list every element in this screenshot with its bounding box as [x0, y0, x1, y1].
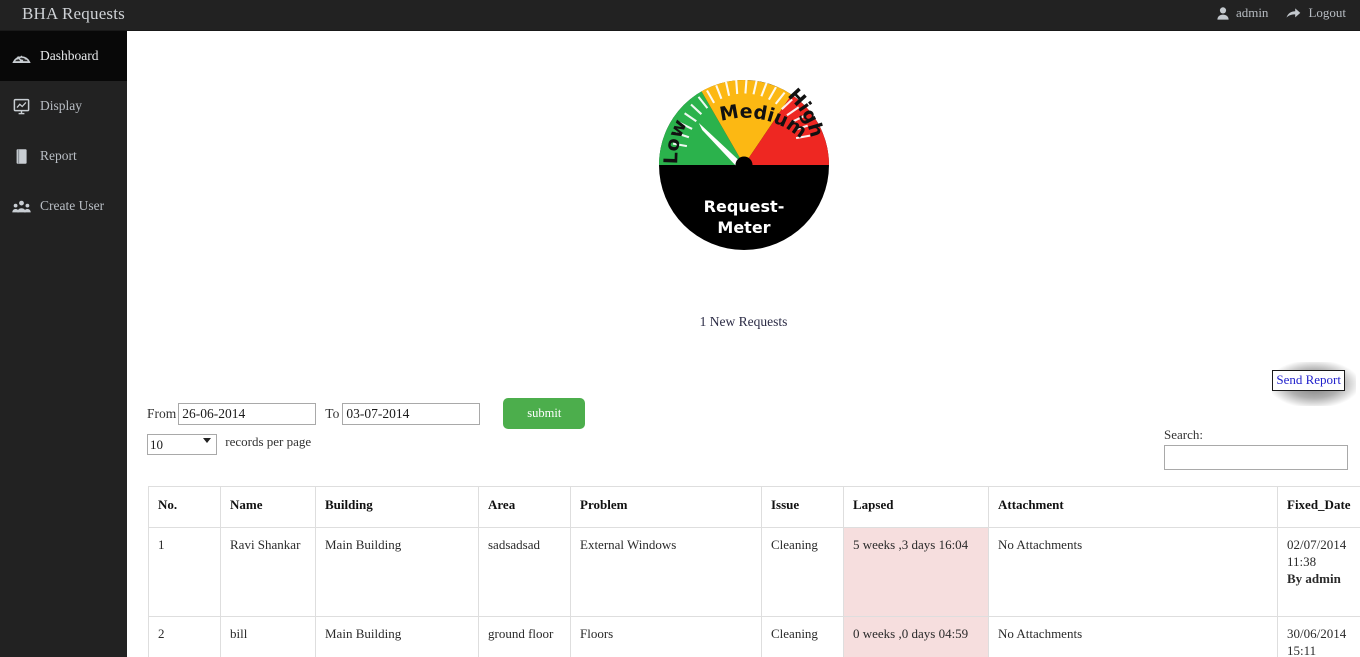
cell-no: 2	[148, 616, 221, 657]
cell-issue: Cleaning	[761, 616, 844, 657]
requests-table: No. Name Building Area Problem Issue Lap…	[148, 486, 1360, 657]
search-input[interactable]	[1164, 445, 1348, 470]
cell-problem: Floors	[570, 616, 762, 657]
column-header-name[interactable]: Name	[220, 486, 316, 528]
send-report-button[interactable]: Send Report	[1272, 370, 1345, 391]
requests-table-wrapper: No. Name Building Area Problem Issue Lap…	[148, 486, 1360, 657]
table-row[interactable]: 2 bill Main Building ground floor Floors…	[148, 616, 1360, 657]
cell-issue: Cleaning	[761, 527, 844, 617]
cell-no: 1	[148, 527, 221, 617]
sidebar: Dashboard Display Report Create User	[0, 31, 127, 657]
column-header-area[interactable]: Area	[478, 486, 571, 528]
cell-fixed-date: 02/07/2014 11:38 By admin	[1277, 527, 1360, 617]
submit-button[interactable]: submit	[503, 398, 586, 429]
speedometer-icon	[12, 47, 31, 66]
presentation-chart-icon	[12, 97, 31, 116]
column-header-fixed-date[interactable]: Fixed_Date	[1277, 486, 1360, 528]
table-header: No. Name Building Area Problem Issue Lap…	[148, 486, 1360, 528]
records-per-page-row: 10 records per page	[147, 429, 337, 456]
sidebar-item-label: Create User	[40, 198, 105, 213]
sidebar-item-dashboard[interactable]: Dashboard	[0, 31, 127, 81]
logout-label: Logout	[1308, 5, 1346, 20]
column-header-attachment[interactable]: Attachment	[988, 486, 1278, 528]
date-filter-row: From To submit	[147, 398, 586, 429]
sidebar-item-label: Report	[40, 148, 77, 163]
sidebar-item-label: Display	[40, 98, 82, 113]
logout-button[interactable]: Logout	[1286, 5, 1346, 21]
search-area: Search:	[1164, 427, 1349, 470]
fixed-time-value: 11:38	[1287, 554, 1317, 569]
cell-building: Main Building	[315, 616, 479, 657]
sidebar-item-create-user[interactable]: Create User	[0, 181, 127, 231]
request-meter-widget: Medium Low High Request- Meter 1 New Req…	[127, 49, 1360, 330]
column-header-lapsed[interactable]: Lapsed	[843, 486, 989, 528]
topbar-actions: admin Logout	[1217, 5, 1346, 21]
new-requests-caption: 1 New Requests	[699, 314, 788, 329]
cell-attachment: No Attachments	[988, 527, 1278, 617]
records-per-page-select[interactable]: 10	[147, 434, 217, 456]
table-header-row: No. Name Building Area Problem Issue Lap…	[148, 486, 1360, 528]
table-body: 1 Ravi Shankar Main Building sadsadsad E…	[148, 527, 1360, 657]
cell-fixed-date: 30/06/2014 15:11	[1277, 616, 1360, 657]
cell-name: Ravi Shankar	[220, 527, 316, 617]
sign-out-arrow-icon	[1286, 7, 1301, 20]
fixed-date-value: 02/07/2014	[1287, 537, 1347, 552]
fixed-date-value: 30/06/2014	[1287, 626, 1347, 641]
column-header-problem[interactable]: Problem	[570, 486, 762, 528]
column-header-building[interactable]: Building	[315, 486, 479, 528]
gauge-title-line2: Meter	[717, 218, 770, 237]
cell-area: sadsadsad	[478, 527, 571, 617]
cell-lapsed: 5 weeks ,3 days 16:04	[843, 527, 989, 617]
cell-problem: External Windows	[570, 527, 762, 617]
column-header-no[interactable]: No.	[148, 486, 221, 528]
users-group-icon	[12, 197, 31, 216]
from-date-input[interactable]	[178, 402, 317, 425]
cell-attachment: No Attachments	[988, 616, 1278, 657]
top-bar: BHA Requests admin Logout	[0, 0, 1360, 31]
from-label: From	[147, 405, 177, 421]
main-content: Medium Low High Request- Meter 1 New Req…	[127, 31, 1360, 657]
sidebar-item-label: Dashboard	[40, 48, 99, 63]
book-icon	[12, 147, 31, 166]
fixed-time-value: 15:11	[1287, 643, 1317, 657]
to-date-input[interactable]	[342, 402, 481, 425]
gauge-title-line1: Request-	[703, 197, 784, 216]
to-label: To	[325, 405, 340, 421]
search-label: Search:	[1164, 427, 1203, 442]
records-per-page-select-wrap: 10	[147, 431, 217, 456]
user-name-label: admin	[1235, 5, 1269, 20]
fixed-by-value: By admin	[1287, 571, 1341, 586]
cell-lapsed: 0 weeks ,0 days 04:59	[843, 616, 989, 657]
app-title: BHA Requests	[22, 4, 125, 23]
user-icon	[1217, 6, 1229, 20]
table-row[interactable]: 1 Ravi Shankar Main Building sadsadsad E…	[148, 527, 1360, 617]
sidebar-item-report[interactable]: Report	[0, 131, 127, 181]
cell-name: bill	[220, 616, 316, 657]
user-menu[interactable]: admin	[1217, 5, 1269, 21]
records-per-page-label: records per page	[225, 434, 312, 449]
sidebar-item-display[interactable]: Display	[0, 81, 127, 131]
column-header-issue[interactable]: Issue	[761, 486, 844, 528]
cell-area: ground floor	[478, 616, 571, 657]
cell-building: Main Building	[315, 527, 479, 617]
request-meter-gauge: Medium Low High Request- Meter	[651, 49, 837, 313]
